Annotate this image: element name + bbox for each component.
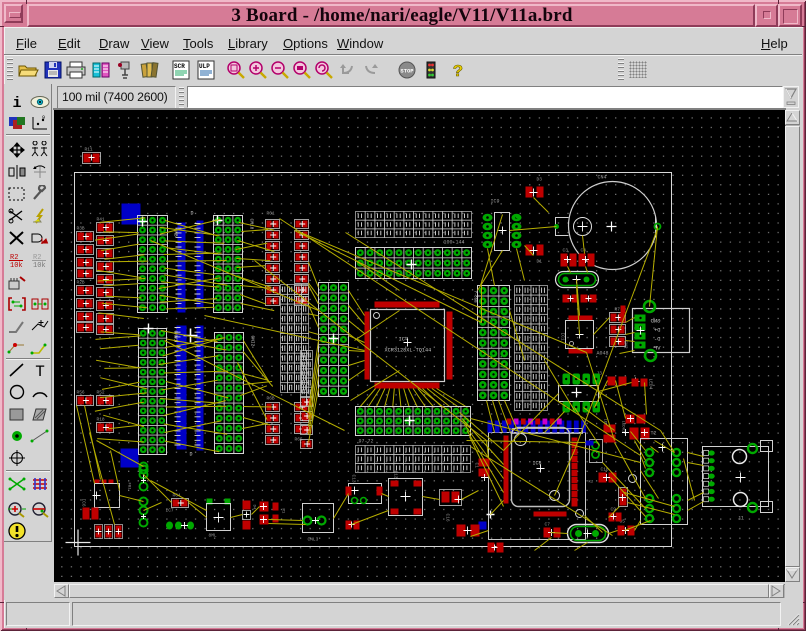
- svg-text:A048: A048: [597, 351, 609, 357]
- svg-text:ULP: ULP: [199, 63, 210, 70]
- svg-text:R2B: R2B: [77, 280, 85, 286]
- svg-text:R18: R18: [97, 417, 105, 423]
- svg-text:C13: C13: [393, 471, 399, 479]
- svg-text:C9: C9: [611, 507, 617, 513]
- svg-text:?: ?: [453, 63, 463, 81]
- svg-text:R3B: R3B: [77, 226, 85, 232]
- svg-text:J1: J1: [738, 515, 745, 522]
- svg-text:i: i: [12, 95, 21, 111]
- svg-text:C16: C16: [445, 514, 451, 522]
- svg-text:SCR: SCR: [174, 63, 185, 70]
- svg-text:CN18: CN18: [249, 219, 255, 230]
- svg-text:100-144: 100-144: [444, 240, 465, 246]
- svg-text:C13: C13: [351, 475, 357, 483]
- svg-text:R6B: R6B: [267, 396, 275, 402]
- svg-text:IC6: IC6: [81, 499, 87, 507]
- svg-text:IC1: IC1: [560, 333, 566, 341]
- svg-text:C7: C7: [545, 522, 551, 528]
- svg-text:97-72: 97-72: [359, 439, 374, 445]
- svg-text:D4: D4: [252, 505, 256, 510]
- svg-text:R52: R52: [97, 390, 105, 396]
- svg-text:D-: D-: [654, 336, 661, 343]
- svg-text:D+: D+: [654, 327, 661, 334]
- svg-text:XCR3128XL-TQ144: XCR3128XL-TQ144: [385, 348, 432, 354]
- svg-text:C1: C1: [474, 463, 480, 469]
- svg-text:CN2: CN2: [623, 341, 629, 349]
- svg-text:VP: VP: [654, 345, 661, 352]
- svg-text:FB1: FB1: [127, 483, 131, 491]
- svg-text:10k: 10k: [33, 262, 46, 269]
- svg-text:K2: K2: [589, 481, 594, 485]
- svg-text:LED4: LED4: [648, 379, 654, 390]
- svg-text:LED02: LED02: [621, 421, 625, 434]
- svg-text:STOP: STOP: [400, 68, 414, 75]
- svg-text:R56: R56: [77, 390, 85, 396]
- svg-text:9: 9: [42, 115, 45, 121]
- svg-text:CNL3: CNL3: [308, 537, 319, 543]
- svg-text:8ML: 8ML: [209, 533, 217, 539]
- svg-text:7-65B: 7-65B: [473, 291, 477, 304]
- svg-text:IC7: IC7: [166, 508, 174, 514]
- svg-text:CN4: CN4: [598, 175, 607, 181]
- svg-text:D1: D1: [537, 259, 543, 265]
- svg-text:M1: M1: [281, 509, 285, 514]
- svg-text:D3: D3: [537, 177, 543, 183]
- svg-text:10k: 10k: [10, 262, 23, 269]
- svg-text:T2: T2: [651, 431, 657, 437]
- svg-text:D: D: [191, 211, 194, 217]
- svg-text:C4: C4: [581, 248, 587, 254]
- svg-text:CNI2: CNI2: [250, 336, 256, 347]
- svg-text:T: T: [35, 363, 45, 379]
- svg-text:IC9: IC9: [491, 199, 500, 205]
- svg-text:C3: C3: [563, 248, 569, 254]
- svg-text:GND: GND: [650, 318, 661, 325]
- svg-text:R11: R11: [85, 147, 93, 153]
- svg-text:R01: R01: [267, 211, 275, 217]
- svg-text:R7: R7: [615, 307, 621, 313]
- svg-text:D: D: [190, 452, 193, 458]
